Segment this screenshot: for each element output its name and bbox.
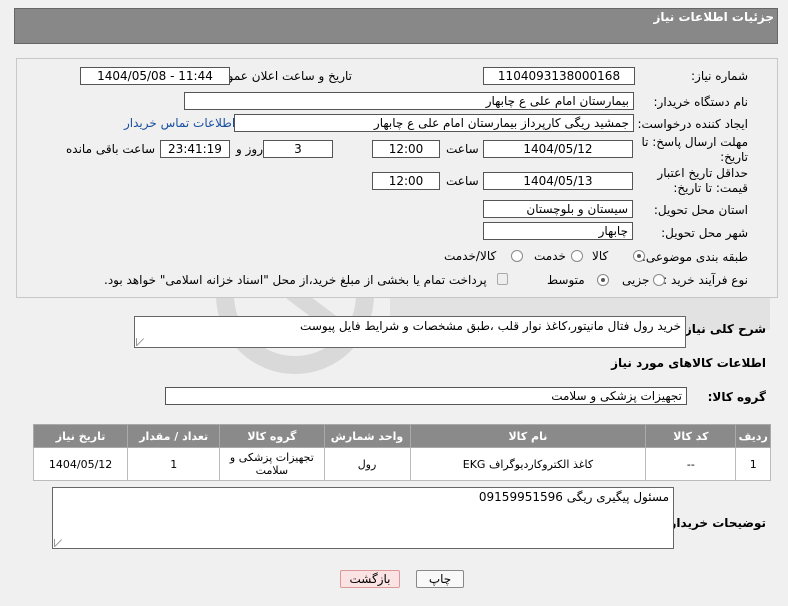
category-label: طبقه بندی موضوعی: <box>641 250 748 264</box>
process-radio-minor[interactable] <box>653 274 665 286</box>
category-radio-goods-service[interactable] <box>511 250 523 262</box>
process-option-minor: جزیی <box>622 273 650 287</box>
announce-date-field: 1404/05/08 - 11:44 <box>80 67 230 85</box>
col-need-date: تاریخ نیاز <box>32 424 129 448</box>
cell-code: -- <box>645 447 737 481</box>
category-radio-service[interactable] <box>571 250 583 262</box>
cell-name: کاغذ الکتروکاردیوگراف EKG <box>409 447 647 481</box>
buyer-notes-label: توضیحات خریدار: <box>664 516 766 530</box>
price-time-field: 12:00 <box>372 172 440 190</box>
cell-unit: رول <box>323 447 411 481</box>
process-option-medium: متوسط <box>547 273 585 287</box>
resize-handle[interactable] <box>136 338 145 346</box>
days-remaining-field: 3 <box>263 140 333 158</box>
contact-info-link[interactable]: اطلاعات تماس خریدار <box>124 116 235 130</box>
need-number-label: شماره نیاز: <box>691 69 748 83</box>
goods-table: ردیف کد کالا نام کالا واحد شمارش گروه کا… <box>32 424 771 481</box>
deadline-time-field: 12:00 <box>372 140 440 158</box>
days-label: روز و <box>236 142 263 156</box>
col-unit: واحد شمارش <box>323 424 411 448</box>
print-button[interactable]: چاپ <box>416 570 464 588</box>
cell-need-date: 1404/05/12 <box>32 447 129 481</box>
col-code: کد کالا <box>645 424 737 448</box>
category-radio-goods[interactable] <box>633 250 645 262</box>
category-option-service: خدمت <box>534 249 566 263</box>
creator-label: ایجاد کننده درخواست: <box>637 117 748 131</box>
col-quantity: تعداد / مقدار <box>127 424 221 448</box>
need-number-field: 1104093138000168 <box>483 67 635 85</box>
description-field: خرید رول فتال مانیتور،کاغذ نوار قلب ،طبق… <box>134 316 686 348</box>
resize-handle[interactable] <box>54 539 63 547</box>
goods-group-label: گروه کالا: <box>707 390 766 404</box>
remaining-time-field: 23:41:19 <box>160 140 230 158</box>
back-button[interactable]: بازگشت <box>340 570 400 588</box>
buyer-notes-field: مسئول پیگیری ریگی 09159951596 <box>52 487 674 549</box>
cell-row: 1 <box>735 447 771 481</box>
col-row: ردیف <box>735 424 771 448</box>
cell-quantity: 1 <box>127 447 221 481</box>
cell-group: تجهیزات پزشکی و سلامت <box>219 447 325 481</box>
goods-group-field: تجهیزات پزشکی و سلامت <box>165 387 687 405</box>
city-field: چابهار <box>483 222 633 240</box>
remaining-time-label: ساعت باقی مانده <box>66 142 156 156</box>
page-title: جزئیات اطلاعات نیاز <box>653 10 774 24</box>
price-hour-label: ساعت <box>446 174 479 188</box>
treasury-payment-checkbox[interactable] <box>497 273 508 285</box>
province-field: سیستان و بلوچستان <box>483 200 633 218</box>
deadline-hour-label: ساعت <box>446 142 479 156</box>
process-radio-medium[interactable] <box>597 274 609 286</box>
buyer-org-field: بیمارستان امام علی ع چابهار <box>184 92 634 110</box>
category-option-goods-service: کالا/خدمت <box>444 249 497 263</box>
goods-section-title: اطلاعات کالاهای مورد نیاز <box>611 356 766 370</box>
deadline-date-field: 1404/05/12 <box>483 140 633 158</box>
city-label: شهر محل تحویل: <box>661 226 748 240</box>
col-group: گروه کالا <box>219 424 325 448</box>
description-text: خرید رول فتال مانیتور،کاغذ نوار قلب ،طبق… <box>300 319 681 333</box>
goods-table-header: ردیف کد کالا نام کالا واحد شمارش گروه کا… <box>32 424 771 448</box>
buyer-org-label: نام دستگاه خریدار: <box>653 95 749 109</box>
province-label: استان محل تحویل: <box>653 203 748 217</box>
price-validity-label: حداقل تاریخ اعتبار قیمت: تا تاریخ: <box>657 166 748 195</box>
deadline-label: مهلت ارسال پاسخ: تا تاریخ: <box>641 135 748 164</box>
category-option-goods: کالا <box>592 249 609 263</box>
col-name: نام کالا <box>409 424 647 448</box>
table-row: 1 -- کاغذ الکتروکاردیوگراف EKG رول تجهیز… <box>32 447 771 481</box>
treasury-payment-note: پرداخت تمام یا بخشی از مبلغ خرید،از محل … <box>104 273 487 287</box>
description-label: شرح کلی نیاز: <box>680 322 766 336</box>
process-type-label: نوع فرآیند خرید : <box>663 273 748 287</box>
price-date-field: 1404/05/13 <box>483 172 633 190</box>
buyer-notes-text: مسئول پیگیری ریگی 09159951596 <box>478 490 669 504</box>
creator-field: جمشید ریگی کارپرداز بیمارستان امام علی ع… <box>234 114 634 132</box>
